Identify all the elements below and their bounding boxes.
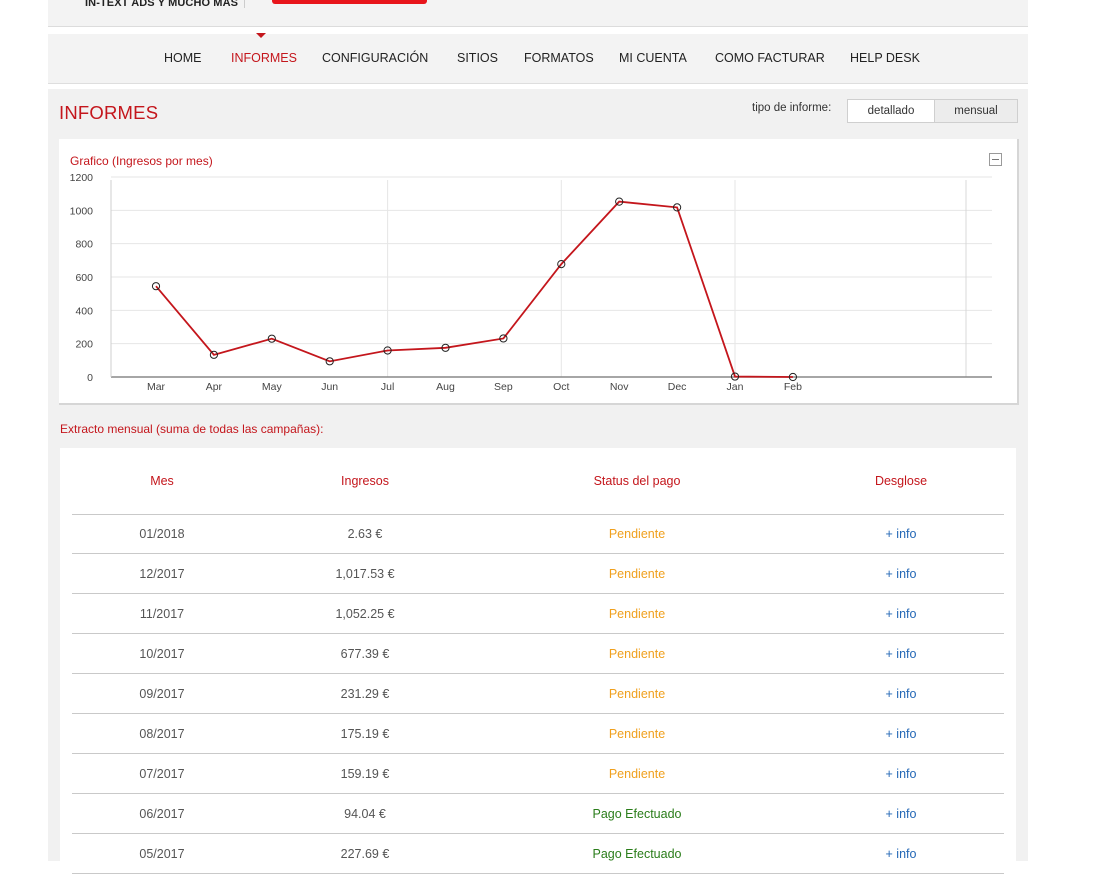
nav-item-informes[interactable]: INFORMES: [231, 51, 297, 65]
cell-ingresos: 1,017.53 €: [335, 566, 395, 581]
x-tick-label: Nov: [610, 381, 629, 393]
x-tick-label: Dec: [668, 381, 687, 393]
active-tab-caret-icon: [256, 33, 266, 38]
report-type-toggle: detallado mensual: [847, 99, 1018, 123]
nav-item-como-facturar[interactable]: COMO FACTURAR: [715, 51, 825, 65]
report-type-label: tipo de informe:: [752, 102, 832, 114]
cell-status: Pendiente: [608, 646, 666, 661]
cell-mes: 12/2017: [139, 566, 185, 581]
cell-ingresos: 1,052.25 €: [335, 606, 395, 621]
table-row: 01/2018 2.63 € Pendiente + info: [72, 514, 1004, 554]
cell-status: Pendiente: [608, 766, 666, 781]
monthly-extract-title: Extracto mensual (suma de todas las camp…: [60, 422, 324, 436]
line-chart: 0 200 400 600 800 1000 1200 Mar Apr May Jun Jul Aug S…: [70, 172, 992, 393]
cell-ingresos: 159.19 €: [340, 766, 390, 781]
info-link[interactable]: + info: [851, 514, 951, 553]
info-link[interactable]: + info: [851, 594, 951, 633]
cell-status: Pendiente: [608, 526, 666, 541]
info-link[interactable]: + info: [851, 634, 951, 673]
table-row: 06/2017 94.04 € Pago Efectuado + info: [72, 794, 1004, 834]
cell-status: Pago Efectuado: [592, 846, 682, 861]
series-line: [155, 200, 793, 378]
y-tick-label: 600: [75, 272, 93, 284]
cell-mes: 05/2017: [139, 846, 185, 861]
header-mes: Mes: [150, 473, 174, 488]
cell-ingresos: 175.19 €: [340, 726, 390, 741]
table-header: Mes Ingresos Status del pago Desglose: [72, 448, 1004, 515]
cell-status: Pendiente: [608, 606, 666, 621]
table-row: 05/2017 227.69 € Pago Efectuado + info: [72, 834, 1004, 874]
cell-mes: 10/2017: [139, 646, 185, 661]
y-tick-label: 1200: [70, 172, 94, 184]
table-row: 08/2017 175.19 € Pendiente + info: [72, 714, 1004, 754]
header-status: Status del pago: [593, 473, 681, 488]
x-tick-label: Mar: [147, 381, 166, 393]
report-type-detallado-button[interactable]: detallado: [848, 100, 935, 122]
table-row: 10/2017 677.39 € Pendiente + info: [72, 634, 1004, 674]
cell-mes: 11/2017: [139, 606, 185, 621]
content-panel: INFORMES tipo de informe: detallado mens…: [48, 89, 1028, 874]
table-row: 07/2017 159.19 € Pendiente + info: [72, 754, 1004, 794]
nav-item-sitios[interactable]: SITIOS: [457, 51, 498, 65]
x-tick-label: Aug: [436, 381, 455, 393]
info-link[interactable]: + info: [851, 754, 951, 793]
cell-mes: 09/2017: [139, 686, 185, 701]
monthly-table: Mes Ingresos Status del pago Desglose 01…: [60, 448, 1016, 874]
info-link[interactable]: + info: [851, 674, 951, 713]
cell-status: Pendiente: [608, 566, 666, 581]
info-link[interactable]: + info: [851, 554, 951, 593]
main-nav: HOME INFORMES CONFIGURACIÓN SITIOS FORMA…: [48, 33, 1028, 84]
info-link[interactable]: + info: [851, 714, 951, 753]
nav-item-formatos[interactable]: FORMATOS: [524, 51, 594, 65]
brand-logo-bar[interactable]: [272, 0, 427, 4]
cell-ingresos: 231.29 €: [340, 686, 390, 701]
banner-divider: [244, 0, 245, 8]
nav-item-mi-cuenta[interactable]: MI CUENTA: [619, 51, 687, 65]
info-link[interactable]: + info: [851, 834, 951, 873]
x-tick-label: Apr: [206, 381, 223, 393]
cell-status: Pago Efectuado: [592, 806, 682, 821]
table-row: 09/2017 231.29 € Pendiente + info: [72, 674, 1004, 714]
cell-status: Pendiente: [608, 686, 666, 701]
table-row: 11/2017 1,052.25 € Pendiente + info: [72, 594, 1004, 634]
brand-tagline: IN-TEXT ADS Y MUCHO MÁS: [85, 0, 239, 9]
cell-ingresos: 94.04 €: [344, 806, 386, 821]
cell-ingresos: 2.63 €: [347, 526, 383, 541]
x-tick-label: Feb: [784, 381, 802, 393]
cell-ingresos: 677.39 €: [340, 646, 390, 661]
report-type-mensual-button[interactable]: mensual: [935, 100, 1017, 122]
x-tick-label: May: [262, 381, 283, 393]
y-tick-label: 800: [75, 239, 93, 251]
cell-status: Pendiente: [608, 726, 666, 741]
cell-mes: 08/2017: [139, 726, 185, 741]
cell-ingresos: 227.69 €: [340, 846, 390, 861]
nav-item-configuracion[interactable]: CONFIGURACIÓN: [322, 51, 428, 65]
x-tick-label: Jun: [321, 381, 338, 393]
header-desglose: Desglose: [874, 473, 928, 488]
header-ingresos: Ingresos: [341, 473, 389, 488]
x-tick-label: Sep: [494, 381, 513, 393]
nav-item-home[interactable]: HOME: [164, 51, 202, 65]
x-tick-label: Jan: [727, 381, 744, 393]
table-row: 12/2017 1,017.53 € Pendiente + info: [72, 554, 1004, 594]
chart-panel: Grafico (Ingresos por mes) 0 200 400 600 800…: [59, 139, 1019, 405]
nav-item-help-desk[interactable]: HELP DESK: [850, 51, 920, 65]
y-tick-label: 200: [75, 339, 93, 351]
y-tick-label: 400: [75, 305, 93, 317]
y-tick-label: 1000: [70, 205, 94, 217]
cell-mes: 01/2018: [139, 526, 185, 541]
top-banner: IN-TEXT ADS Y MUCHO MÁS: [48, 0, 1028, 27]
x-tick-label: Oct: [553, 381, 569, 393]
info-link[interactable]: + info: [851, 794, 951, 833]
cell-mes: 06/2017: [139, 806, 185, 821]
cell-mes: 07/2017: [139, 766, 185, 781]
data-point: [151, 282, 161, 291]
y-tick-label: 0: [87, 372, 93, 384]
x-tick-label: Jul: [381, 381, 394, 393]
page-title: INFORMES: [59, 102, 159, 123]
